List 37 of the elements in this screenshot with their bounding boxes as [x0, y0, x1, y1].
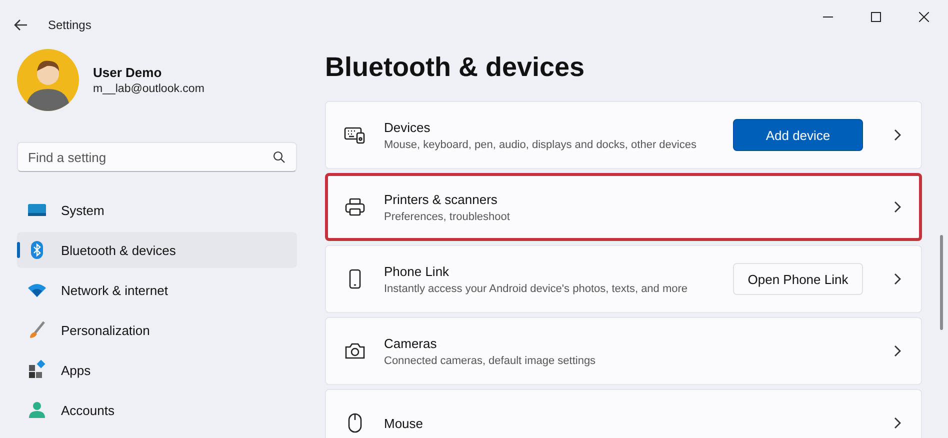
sidebar-item[interactable]: System: [17, 192, 297, 228]
card-description: Connected cameras, default image settings: [384, 354, 597, 366]
settings-card[interactable]: Printers & scanners Preferences, troubleshoot: [325, 173, 922, 241]
open-link-button[interactable]: Open Phone Link: [733, 263, 863, 295]
sidebar-item[interactable]: Accounts: [17, 392, 297, 428]
user-name: User Demo: [93, 65, 163, 80]
card-description: Mouse, keyboard, pen, audio, displays and docks, other devices: [384, 138, 698, 150]
card-description: Instantly access your Android device's photos, texts, and more: [384, 282, 689, 294]
person-icon: [27, 400, 47, 420]
printer-icon: [344, 196, 366, 218]
paintbrush-icon: [27, 320, 47, 340]
close-icon[interactable]: [919, 12, 929, 22]
search-field[interactable]: Find a setting: [17, 142, 297, 172]
card-title: Mouse: [384, 416, 424, 430]
sidebar-item[interactable]: Apps: [17, 352, 297, 388]
settings-card[interactable]: Cameras Connected cameras, default image settings: [325, 317, 922, 385]
settings-card[interactable]: Mouse: [325, 389, 922, 438]
apps-icon: [27, 360, 47, 380]
card-title: Printers & scanners: [384, 192, 498, 206]
add-device-button[interactable]: Add device: [733, 119, 863, 151]
avatar-icon: [17, 49, 79, 111]
maximize-icon[interactable]: [871, 12, 881, 22]
search-icon: [273, 151, 285, 163]
back-icon[interactable]: [14, 19, 28, 31]
user-email: m__lab@outlook.com: [93, 83, 204, 95]
card-title: Phone Link: [384, 264, 450, 278]
page-title: Bluetooth & devices: [325, 52, 586, 83]
card-title: Devices: [384, 120, 432, 134]
card-description: Preferences, troubleshoot: [384, 210, 511, 222]
card-title: Cameras: [384, 336, 438, 350]
settings-card[interactable]: Phone Link Instantly access your Android device's photos, texts, and more Open Phone Link: [325, 245, 922, 313]
sidebar-item[interactable]: Personalization: [17, 312, 297, 348]
window-title: Settings: [48, 18, 92, 32]
sidebar-item[interactable]: Network & internet: [17, 272, 297, 308]
scrollbar[interactable]: [940, 235, 943, 330]
sidebar-item[interactable]: Bluetooth & devices: [17, 232, 297, 268]
settings-card[interactable]: Devices Mouse, keyboard, pen, audio, displays and docks, other devices Add device: [325, 101, 922, 169]
